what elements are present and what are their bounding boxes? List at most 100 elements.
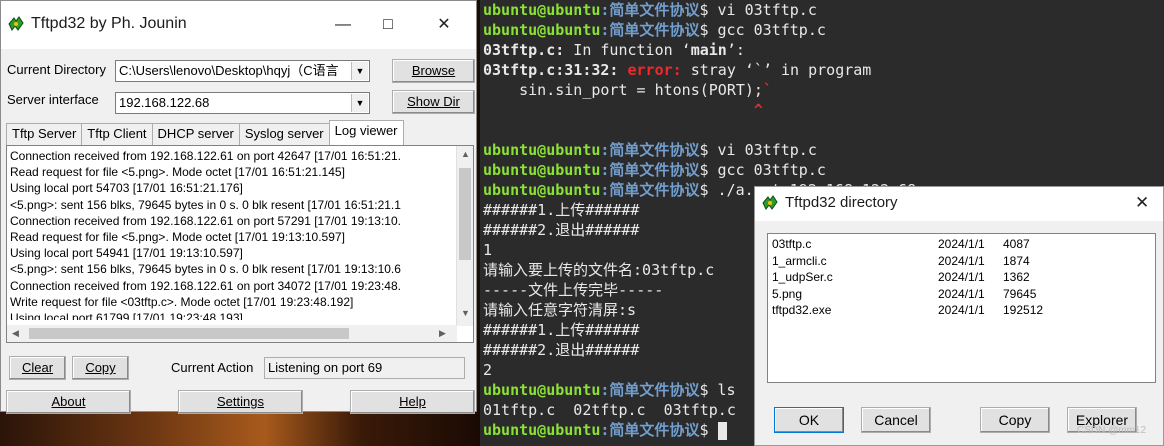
text-cursor bbox=[717, 421, 727, 440]
ok-button[interactable]: OK bbox=[774, 407, 844, 433]
minimize-button[interactable]: — bbox=[332, 15, 354, 35]
file-size: 1362 bbox=[1003, 270, 1030, 284]
current-action-status: Listening on port 69 bbox=[264, 357, 465, 379]
file-date: 2024/1/1 bbox=[938, 270, 985, 284]
current-directory-combo[interactable]: C:\Users\lenovo\Desktop\hqyj（C语言 ▼ bbox=[115, 60, 370, 82]
terminal-line: 请输入任意字符清屏:s bbox=[483, 300, 636, 320]
terminal-line: 1 bbox=[483, 240, 492, 260]
log-line: Write request for file <03tftp.c>. Mode … bbox=[10, 294, 354, 309]
copy-button[interactable]: Copy bbox=[72, 356, 129, 380]
dialog-title-bar[interactable]: Tftpd32 directory ✕ bbox=[755, 187, 1163, 221]
browse-button[interactable]: Browse bbox=[392, 59, 475, 83]
terminal-line: ubuntu@ubuntu:简单文件协议$ gcc 03tftp.c bbox=[483, 160, 826, 180]
tab-log-viewer[interactable]: Log viewer bbox=[328, 120, 404, 145]
command-text: vi 03tftp.c bbox=[708, 141, 817, 159]
output-text: 01tftp.c 02tftp.c 03tftp.c bbox=[483, 401, 754, 419]
output-text: ######2.退出###### bbox=[483, 221, 640, 239]
terminal-line: 01tftp.c 02tftp.c 03tftp.c bbox=[483, 400, 754, 420]
tftpd32-window: Tftpd32 by Ph. Jounin — □ ✕ Current Dire… bbox=[0, 0, 477, 414]
tab-syslog-server[interactable]: Syslog server bbox=[238, 123, 330, 145]
chevron-down-icon[interactable]: ▼ bbox=[351, 62, 368, 80]
file-name: 5.png bbox=[772, 286, 803, 301]
chevron-down-icon[interactable]: ▼ bbox=[351, 94, 368, 112]
prompt-path: :简单文件协议 bbox=[600, 381, 700, 399]
terminal-line: ######2.退出###### bbox=[483, 220, 639, 240]
tftpd-app-icon bbox=[762, 195, 778, 210]
scroll-right-icon[interactable]: ▶ bbox=[439, 328, 446, 339]
scroll-down-icon[interactable]: ▼ bbox=[461, 308, 470, 318]
log-lines: Connection received from 192.168.122.61 … bbox=[10, 148, 450, 320]
scroll-up-icon[interactable]: ▲ bbox=[461, 149, 470, 159]
output-text: 1 bbox=[483, 241, 493, 259]
command-text bbox=[708, 421, 717, 439]
prompt-path: :简单文件协议 bbox=[600, 21, 700, 39]
log-line: <5.png>: sent 156 blks, 79645 bytes in 0… bbox=[10, 197, 401, 212]
title-bar[interactable]: Tftpd32 by Ph. Jounin — □ ✕ bbox=[1, 1, 476, 49]
log-line: Connection received from 192.168.122.61 … bbox=[10, 278, 401, 293]
cancel-button[interactable]: Cancel bbox=[861, 407, 931, 433]
dialog-title: Tftpd32 directory bbox=[785, 194, 898, 211]
command-text: vi 03tftp.c bbox=[708, 1, 817, 19]
clear-button[interactable]: Clear bbox=[9, 356, 66, 380]
file-date: 2024/1/1 bbox=[938, 237, 985, 251]
output-text: ’: bbox=[726, 41, 745, 59]
log-line: Using local port 54703 [17/01 16:51:21.1… bbox=[10, 181, 243, 196]
file-row[interactable]: tftpd32.exe 2024/1/1 192512 bbox=[772, 302, 1152, 318]
server-interface-combo[interactable]: 192.168.122.68 ▼ bbox=[115, 92, 370, 114]
log-line: Using local port 61799 [17/01 19:23:48.1… bbox=[10, 311, 243, 320]
file-name: tftpd32.exe bbox=[772, 303, 832, 317]
scroll-thumb[interactable] bbox=[459, 168, 471, 260]
maximize-button[interactable]: □ bbox=[377, 15, 399, 35]
prompt-path: :简单文件协议 bbox=[600, 161, 700, 179]
output-text: ######2.退出###### bbox=[483, 341, 640, 359]
command-text: gcc 03tftp.c bbox=[708, 21, 826, 39]
prompt-user: ubuntu@ubuntu bbox=[483, 181, 601, 199]
tab-tftp-server[interactable]: Tftp Server bbox=[6, 123, 83, 145]
prompt-user: ubuntu@ubuntu bbox=[483, 1, 601, 19]
file-row[interactable]: 1_armcli.c 2024/1/1 1874 bbox=[772, 253, 1152, 269]
prompt-path: :简单文件协议 bbox=[600, 421, 700, 439]
error-message: stray ‘`’ in program bbox=[681, 61, 872, 79]
tab-tftp-client[interactable]: Tftp Client bbox=[81, 123, 153, 145]
terminal-line: ubuntu@ubuntu:简单文件协议$ vi 03tftp.c bbox=[483, 0, 817, 20]
horizontal-scrollbar[interactable]: ◀ ▶ bbox=[7, 325, 457, 342]
output-text: 请输入要上传的文件名:03tftp.c bbox=[483, 261, 715, 279]
terminal-line: ubuntu@ubuntu:简单文件协议$ vi 03tftp.c bbox=[483, 140, 817, 160]
show-dir-button[interactable]: Show Dir bbox=[392, 90, 475, 114]
tab-dhcp-server[interactable]: DHCP server bbox=[151, 123, 240, 145]
prompt-user: ubuntu@ubuntu bbox=[483, 21, 601, 39]
log-viewer-list[interactable]: Connection received from 192.168.122.61 … bbox=[6, 145, 474, 343]
vertical-scrollbar[interactable]: ▲ ▼ bbox=[456, 146, 473, 326]
file-name: 1_armcli.c bbox=[772, 253, 827, 268]
file-date: 2024/1/1 bbox=[938, 286, 985, 301]
close-button[interactable]: ✕ bbox=[433, 15, 455, 35]
settings-button[interactable]: Settings bbox=[178, 390, 303, 414]
scroll-left-icon[interactable]: ◀ bbox=[12, 328, 19, 339]
prompt-path: :简单文件协议 bbox=[600, 1, 700, 19]
prompt-path: :简单文件协议 bbox=[600, 141, 700, 159]
output-text: 2 bbox=[483, 361, 493, 379]
help-button[interactable]: Help bbox=[350, 390, 475, 414]
file-list[interactable]: 03tftp.c 2024/1/1 4087 1_armcli.c 2024/1/1 18… bbox=[767, 233, 1156, 383]
file-size: 1874 bbox=[1003, 253, 1030, 268]
file-row[interactable]: 5.png 2024/1/1 79645 bbox=[772, 286, 1152, 302]
file-row[interactable]: 03tftp.c 2024/1/1 4087 bbox=[772, 236, 1152, 252]
log-line: Connection received from 192.168.122.61 … bbox=[10, 213, 401, 228]
error-caret: ^ bbox=[483, 101, 763, 119]
file-name: 03tftp.c bbox=[772, 237, 812, 251]
log-line: Read request for file <5.png>. Mode octe… bbox=[10, 165, 345, 180]
current-directory-label: Current Directory bbox=[7, 62, 106, 77]
file-size: 4087 bbox=[1003, 237, 1030, 251]
copy-button[interactable]: Copy bbox=[980, 407, 1050, 433]
about-button[interactable]: About bbox=[6, 390, 131, 414]
error-location: 03tftp.c:31:32: bbox=[483, 61, 628, 79]
file-row[interactable]: 1_udpSer.c 2024/1/1 1362 bbox=[772, 269, 1152, 285]
output-text: -----文件上传完毕----- bbox=[483, 281, 664, 299]
terminal-line: ubuntu@ubuntu:简单文件协议$ gcc 03tftp.c bbox=[483, 20, 826, 40]
prompt-user: ubuntu@ubuntu bbox=[483, 381, 601, 399]
output-text: In function ‘ bbox=[564, 41, 691, 59]
close-icon[interactable]: ✕ bbox=[1135, 193, 1149, 213]
error-mark: ` bbox=[762, 81, 772, 99]
scroll-thumb[interactable] bbox=[29, 328, 349, 339]
error-label: error: bbox=[627, 61, 682, 79]
